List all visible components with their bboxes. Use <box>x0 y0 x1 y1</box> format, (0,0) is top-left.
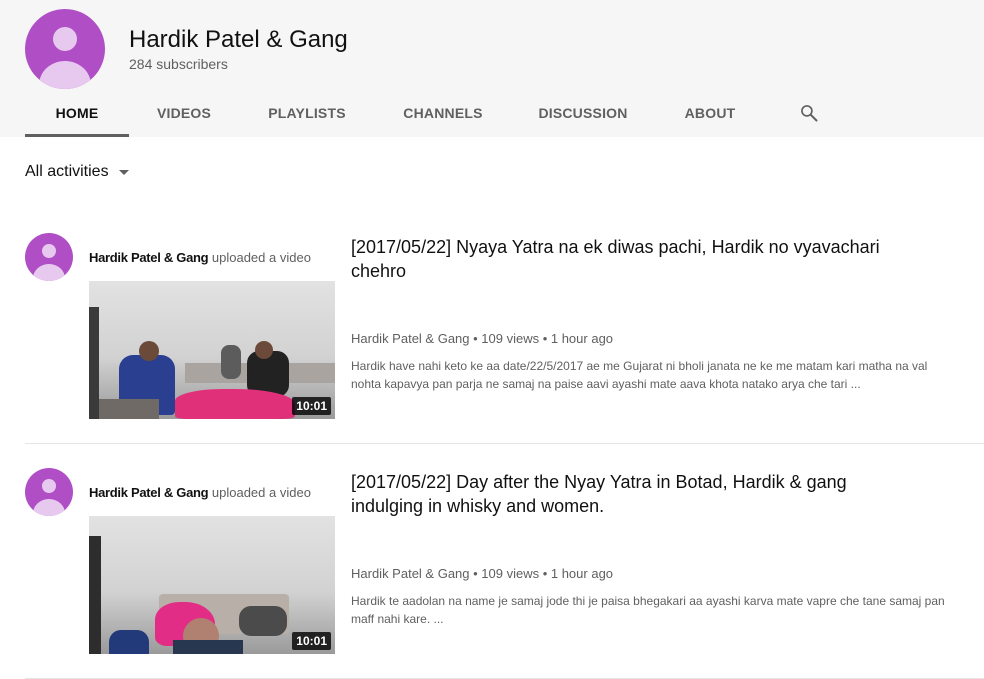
tab-home[interactable]: HOME <box>25 90 129 137</box>
caret-down-icon <box>118 169 129 175</box>
activity-author-link[interactable]: Hardik Patel & Gang <box>89 250 209 265</box>
author-avatar[interactable] <box>25 233 73 281</box>
tab-channels[interactable]: CHANNELS <box>391 90 495 137</box>
activity-item: Hardik Patel & Gang uploaded a video 10:… <box>25 468 984 658</box>
avatar-icon-body <box>33 499 65 516</box>
activity-filter-dropdown[interactable]: All activities <box>25 163 129 181</box>
activity-action-text: uploaded a video <box>208 485 311 500</box>
avatar-icon-head <box>42 479 56 493</box>
channel-title: Hardik Patel & Gang <box>129 26 348 53</box>
video-meta: Hardik Patel & Gang • 109 views • 1 hour… <box>351 331 614 346</box>
thumbnail-shape <box>139 341 159 361</box>
video-meta: Hardik Patel & Gang • 109 views • 1 hour… <box>351 566 614 581</box>
thumbnail-shape <box>173 640 243 654</box>
avatar-icon-body <box>33 264 65 281</box>
activity-filter-label: All activities <box>25 163 109 180</box>
activity-divider <box>25 443 984 444</box>
video-thumbnail[interactable]: 10:01 <box>89 281 335 419</box>
avatar-icon-head <box>53 27 77 51</box>
thumbnail-shape <box>175 389 295 419</box>
thumbnail-shape <box>99 399 159 419</box>
channel-avatar[interactable] <box>25 9 105 89</box>
activity-header: Hardik Patel & Gang uploaded a video <box>89 485 311 500</box>
avatar-icon-head <box>42 244 56 258</box>
thumbnail-shape <box>255 341 273 359</box>
subscriber-count: 284 subscribers <box>129 56 228 72</box>
activity-author-link[interactable]: Hardik Patel & Gang <box>89 485 209 500</box>
tab-about[interactable]: ABOUT <box>675 90 745 137</box>
thumbnail-shape <box>239 606 287 636</box>
tab-playlists[interactable]: PLAYLISTS <box>257 90 357 137</box>
channel-header: Hardik Patel & Gang 284 subscribers HOME… <box>0 0 984 137</box>
thumbnail-shape <box>109 630 149 654</box>
author-avatar[interactable] <box>25 468 73 516</box>
tab-discussion[interactable]: DISCUSSION <box>531 90 635 137</box>
video-description: Hardik te aadolan na name je samaj jode … <box>351 594 945 626</box>
video-description: Hardik have nahi keto ke aa date/22/5/20… <box>351 359 928 391</box>
activity-header: Hardik Patel & Gang uploaded a video <box>89 250 311 265</box>
avatar-icon-body <box>39 61 91 89</box>
search-icon[interactable] <box>799 103 819 123</box>
video-title-link[interactable]: [2017/05/22] Nyaya Yatra na ek diwas pac… <box>351 235 911 283</box>
activity-action-text: uploaded a video <box>208 250 311 265</box>
video-duration: 10:01 <box>292 632 331 650</box>
thumbnail-shape <box>89 307 99 419</box>
activity-item: Hardik Patel & Gang uploaded a video 10:… <box>25 233 984 423</box>
thumbnail-shape <box>221 345 241 379</box>
video-title-link[interactable]: [2017/05/22] Day after the Nyay Yatra in… <box>351 470 911 518</box>
tab-videos[interactable]: VIDEOS <box>143 90 225 137</box>
thumbnail-shape <box>89 536 101 654</box>
video-duration: 10:01 <box>292 397 331 415</box>
video-thumbnail[interactable]: 10:01 <box>89 516 335 654</box>
